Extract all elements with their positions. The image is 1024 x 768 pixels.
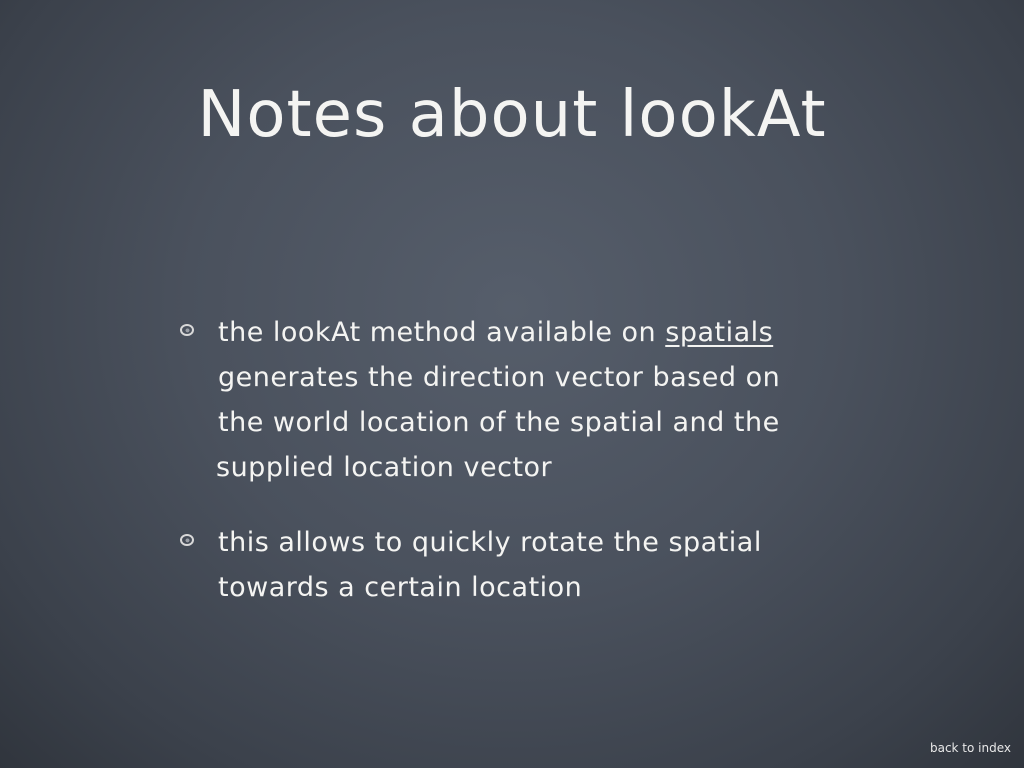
bullet-text: towards a certain location <box>218 572 583 603</box>
bullet-text: the world location of the spatial and th… <box>218 407 780 438</box>
bullet-text: this allows to quickly rotate the spatia… <box>218 527 762 558</box>
back-to-index-link[interactable]: back to index <box>930 741 1011 755</box>
bullet-swirl-icon <box>180 324 194 336</box>
bullet-text: the lookAt method available on <box>218 317 666 348</box>
slide-title: Notes about lookAt <box>197 78 827 152</box>
bullet-item: the lookAt method available on spatials … <box>180 310 920 490</box>
spatials-link[interactable]: spatials <box>665 317 773 348</box>
bullet-item: this allows to quickly rotate the spatia… <box>180 520 920 610</box>
bullet-text: generates the direction vector based on <box>218 362 781 393</box>
bullet-swirl-icon <box>180 534 194 546</box>
bullet-text: supplied location vector <box>216 452 553 483</box>
